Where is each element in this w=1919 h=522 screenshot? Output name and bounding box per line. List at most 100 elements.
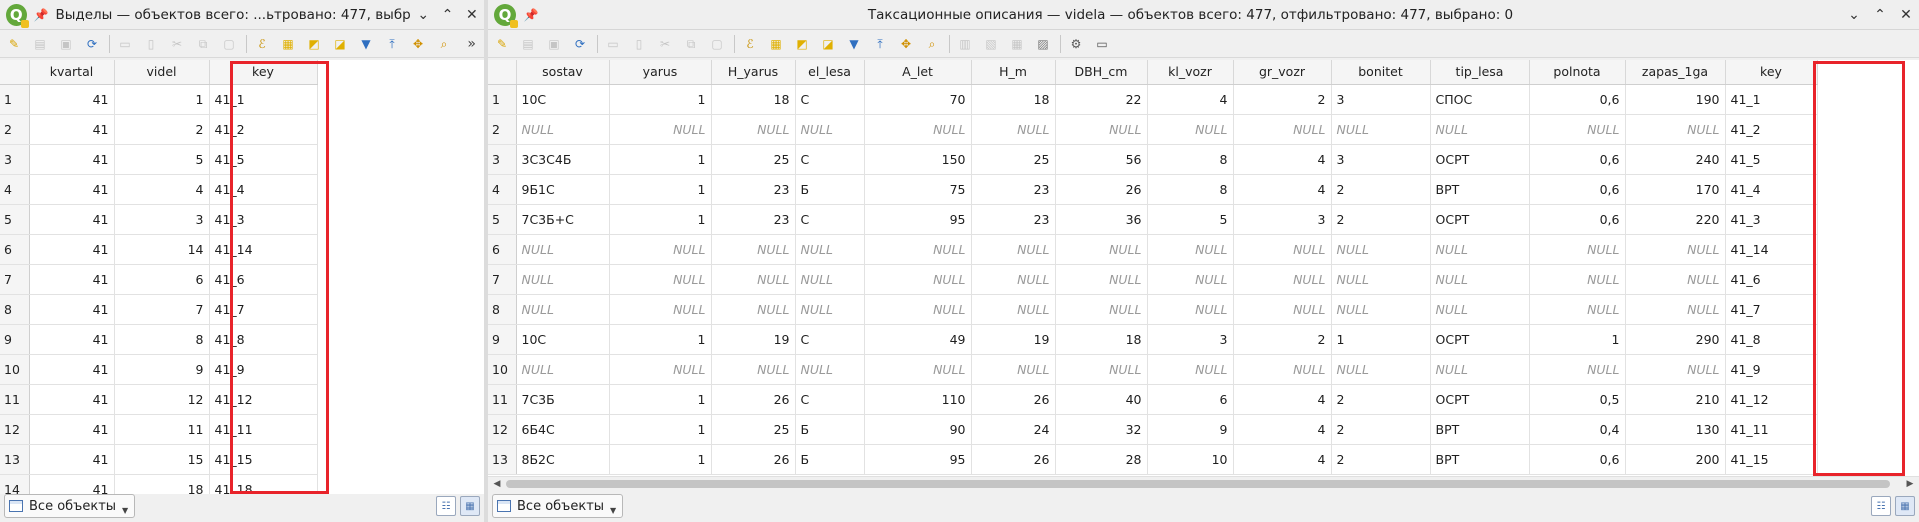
cell-sostav[interactable]: NULL [516,114,610,145]
horizontal-scrollbar[interactable]: ◀ ▶ [488,476,1919,490]
cell-videl[interactable]: 11 [114,414,210,445]
reload-icon[interactable]: ⟳ [570,34,590,54]
cell-zapas-1ga[interactable]: 130 [1625,414,1726,445]
cell-a-let[interactable]: NULL [864,114,972,145]
cell-dbh-cm[interactable]: 28 [1055,444,1148,475]
table-row[interactable]: 10 NULL NULL NULL NULL NULL NULL NULL NULL NULL NU… [488,354,1818,385]
cell-a-let[interactable]: NULL [864,264,972,295]
cell-gr-vozr[interactable]: NULL [1233,354,1332,385]
cell-bonitet[interactable]: 2 [1331,384,1431,415]
table-row[interactable]: 12 41 11 41_11 [0,414,318,445]
pan-to-selection-icon[interactable]: ✥ [896,34,916,54]
cell-dbh-cm[interactable]: 22 [1055,84,1148,115]
cell-kvartal[interactable]: 41 [29,204,115,235]
cell-el-lesa[interactable]: Б [795,414,865,445]
cell-h-yarus[interactable]: 23 [711,204,796,235]
cell-yarus[interactable]: 1 [609,324,712,355]
cell-kvartal[interactable]: 41 [29,384,115,415]
cell-sostav[interactable]: 9Б1С [516,174,610,205]
cell-el-lesa[interactable]: NULL [795,264,865,295]
cell-kvartal[interactable]: 41 [29,234,115,265]
corner-header[interactable] [488,60,517,85]
cell-h-m[interactable]: 24 [971,414,1056,445]
row-number[interactable]: 8 [488,294,517,325]
table-row[interactable]: 6 41 14 41_14 [0,234,318,265]
row-number[interactable]: 3 [0,144,30,175]
table-row[interactable]: 13 8Б2С 1 26 Б 95 26 28 10 4 2 ВРТ 0,6 200 41_15 [488,444,1818,475]
cell-yarus[interactable]: 1 [609,174,712,205]
invert-selection-icon[interactable]: ◩ [304,34,324,54]
cell-zapas-1ga[interactable]: 240 [1625,144,1726,175]
cell-key[interactable]: 41_11 [209,414,318,445]
row-number[interactable]: 10 [0,354,30,385]
cell-gr-vozr[interactable]: 3 [1233,204,1332,235]
cell-h-m[interactable]: NULL [971,264,1056,295]
restore-button[interactable]: ⌃ [435,2,459,28]
cell-videl[interactable]: 8 [114,324,210,355]
cell-key[interactable]: 41_6 [1725,264,1818,295]
cell-dbh-cm[interactable]: NULL [1055,354,1148,385]
column-header-a-let[interactable]: A_let [864,60,972,85]
cell-bonitet[interactable]: NULL [1331,294,1431,325]
paste-icon[interactable]: ▢ [219,34,239,54]
cell-kl-vozr[interactable]: 4 [1147,84,1234,115]
table-row[interactable]: 4 9Б1С 1 23 Б 75 23 26 8 4 2 ВРТ 0,6 170 41_4 [488,174,1818,205]
move-selection-top-icon[interactable]: ⤒ [870,34,890,54]
cell-a-let[interactable]: 110 [864,384,972,415]
cell-bonitet[interactable]: NULL [1331,234,1431,265]
cell-yarus[interactable]: NULL [609,294,712,325]
cell-dbh-cm[interactable]: NULL [1055,264,1148,295]
cell-key[interactable]: 41_12 [1725,384,1818,415]
cell-el-lesa[interactable]: NULL [795,294,865,325]
cell-videl[interactable]: 4 [114,174,210,205]
cell-kvartal[interactable]: 41 [29,294,115,325]
cell-sostav[interactable]: NULL [516,264,610,295]
cell-gr-vozr[interactable]: 2 [1233,324,1332,355]
cell-videl[interactable]: 3 [114,204,210,235]
cell-kvartal[interactable]: 41 [29,444,115,475]
cell-kvartal[interactable]: 41 [29,144,115,175]
cell-key[interactable]: 41_1 [1725,84,1818,115]
column-header-videl[interactable]: videl [114,60,210,85]
multi-edit-icon[interactable]: ▤ [518,34,538,54]
column-header-sostav[interactable]: sostav [516,60,610,85]
row-number[interactable]: 10 [488,354,517,385]
cell-key[interactable]: 41_3 [209,204,318,235]
delete-field-icon[interactable]: ▧ [981,34,1001,54]
column-header-h-yarus[interactable]: H_yarus [711,60,796,85]
table-row[interactable]: 11 7С3Б 1 26 С 110 26 40 6 4 2 ОСРТ 0,5 210 41_12 [488,384,1818,415]
cell-a-let[interactable]: 75 [864,174,972,205]
row-number[interactable]: 5 [488,204,517,235]
restore-button[interactable]: ⌃ [1867,2,1893,28]
zoom-to-selection-icon[interactable]: ⌕ [922,34,942,54]
cell-key[interactable]: 41_11 [1725,414,1818,445]
cell-dbh-cm[interactable]: 32 [1055,414,1148,445]
multi-edit-icon[interactable]: ▤ [30,34,50,54]
cell-el-lesa[interactable]: NULL [795,114,865,145]
pin-icon[interactable]: 📌 [33,6,50,24]
cell-h-m[interactable]: 19 [971,324,1056,355]
filter-objects-button[interactable]: Все объекты ▼ [492,494,624,518]
cell-videl[interactable]: 7 [114,294,210,325]
cell-kl-vozr[interactable]: 8 [1147,174,1234,205]
row-number[interactable]: 6 [488,234,517,265]
save-icon[interactable]: ▣ [544,34,564,54]
cell-zapas-1ga[interactable]: 290 [1625,324,1726,355]
cell-yarus[interactable]: 1 [609,444,712,475]
cell-yarus[interactable]: 1 [609,84,712,115]
column-header-gr-vozr[interactable]: gr_vozr [1233,60,1332,85]
cell-tip-lesa[interactable]: NULL [1430,294,1530,325]
cell-h-yarus[interactable]: 25 [711,414,796,445]
cell-zapas-1ga[interactable]: 190 [1625,84,1726,115]
cell-yarus[interactable]: 1 [609,384,712,415]
cell-h-m[interactable]: NULL [971,114,1056,145]
cell-gr-vozr[interactable]: 4 [1233,384,1332,415]
cell-a-let[interactable]: 49 [864,324,972,355]
column-header-polnota[interactable]: polnota [1529,60,1626,85]
cell-zapas-1ga[interactable]: 210 [1625,384,1726,415]
row-number[interactable]: 13 [0,444,30,475]
cell-key[interactable]: 41_5 [1725,144,1818,175]
cell-key[interactable]: 41_2 [209,114,318,145]
pin-icon[interactable]: 📌 [522,6,540,24]
cell-yarus[interactable]: NULL [609,234,712,265]
